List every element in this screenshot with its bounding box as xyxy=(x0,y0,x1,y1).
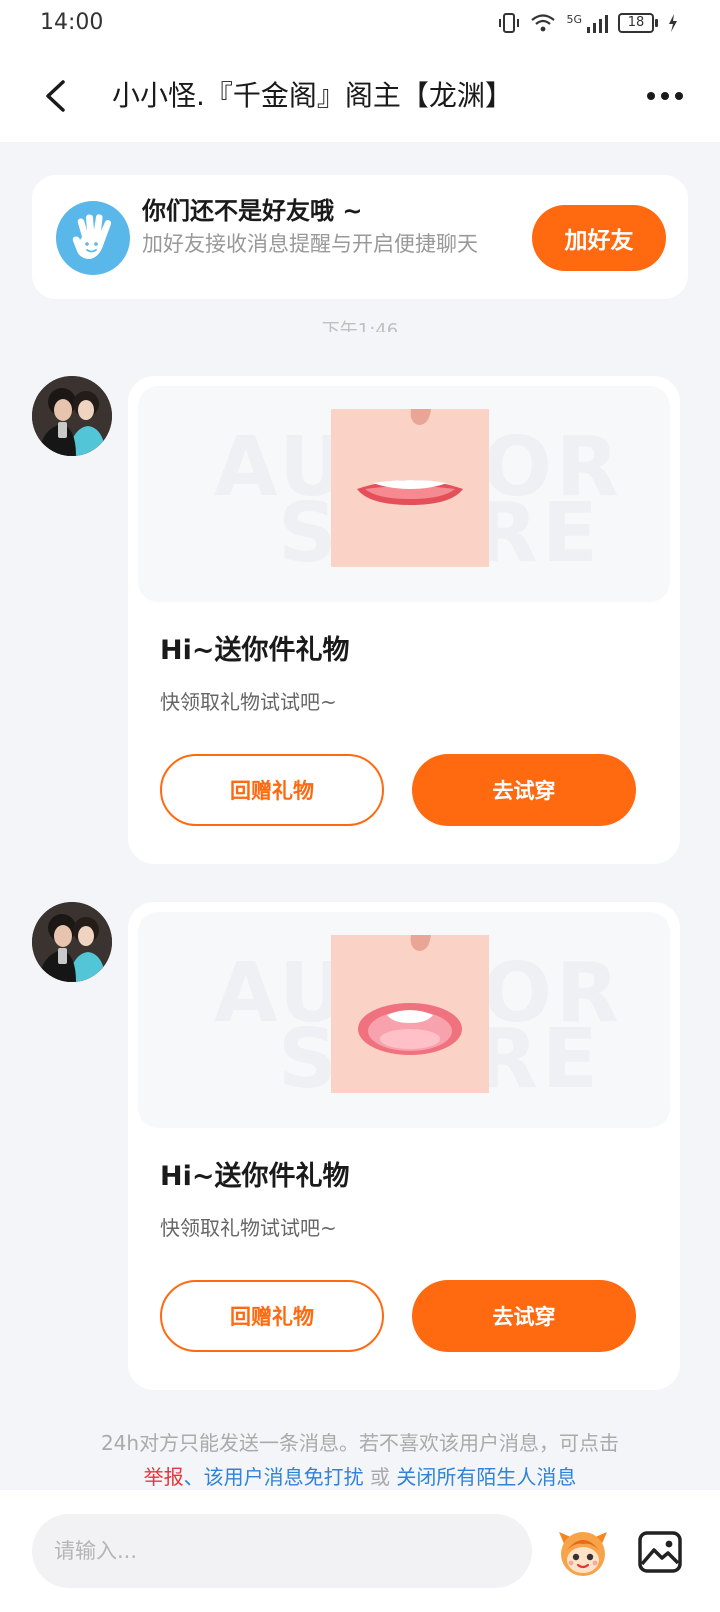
more-button[interactable] xyxy=(640,76,690,116)
status-bar: 14:00 5G 18 xyxy=(0,0,720,50)
message-input[interactable] xyxy=(32,1514,532,1588)
status-time: 14:00 xyxy=(40,10,104,35)
chat-title: 小小怪.『千金阁』阁主【龙渊】 xyxy=(112,79,513,112)
gift-message-card: AUTHOR STORE Hi~送你件礼物 快领取礼物试试吧~ 回赠礼物 去试穿 xyxy=(128,376,680,864)
gift-message-card: AUTHOR STORE Hi~送你件礼物 快领取礼物试试吧~ 回赠礼物 去试穿 xyxy=(128,902,680,1390)
gift-title: Hi~送你件礼物 xyxy=(160,635,350,666)
gift-subtitle: 快领取礼物试试吧~ xyxy=(160,690,337,714)
gift-image-area: AUTHOR STORE xyxy=(138,912,670,1128)
avatar-photo xyxy=(32,376,112,456)
avatar-photo xyxy=(32,902,112,982)
gift-image-area: AUTHOR STORE xyxy=(138,386,670,602)
not-friend-banner: 你们还不是好友哦 ~ 加好友接收消息提醒与开启便捷聊天 加好友 xyxy=(32,175,688,299)
gift-title: Hi~送你件礼物 xyxy=(160,1161,350,1192)
message-timestamp: 下午1:46 xyxy=(321,320,399,332)
mouth-smile-illustration xyxy=(331,409,489,567)
vibrate-icon xyxy=(499,13,520,33)
return-gift-button[interactable]: 回赠礼物 xyxy=(160,754,384,826)
banner-subtitle: 加好友接收消息提醒与开启便捷聊天 xyxy=(142,232,478,256)
back-button[interactable] xyxy=(30,68,80,124)
notice-or: 或 xyxy=(363,1465,397,1489)
gift-subtitle: 快领取礼物试试吧~ xyxy=(160,1216,337,1240)
avatar-emoji-button[interactable] xyxy=(555,1524,611,1580)
gift-preview-image[interactable] xyxy=(331,409,489,567)
banner-title: 你们还不是好友哦 ~ xyxy=(142,197,363,225)
notice-links: 举报、该用户消息免打扰 或 关闭所有陌生人消息 xyxy=(0,1460,720,1494)
gift-preview-image[interactable] xyxy=(331,935,489,1093)
image-picker-button[interactable] xyxy=(636,1528,684,1576)
nav-bar: 小小怪.『千金阁』阁主【龙渊】 xyxy=(0,50,720,142)
sender-avatar[interactable] xyxy=(32,376,112,456)
cartoon-face-icon xyxy=(559,1532,607,1576)
try-on-button[interactable]: 去试穿 xyxy=(412,1280,636,1352)
battery-tip xyxy=(655,19,658,27)
status-icons: 5G 18 xyxy=(498,12,678,34)
report-link[interactable]: 举报 xyxy=(144,1465,184,1489)
notice-separator: 、 xyxy=(183,1465,204,1489)
return-gift-button[interactable]: 回赠礼物 xyxy=(160,1280,384,1352)
wifi-icon xyxy=(531,14,556,32)
charging-icon xyxy=(669,14,677,32)
add-friend-button[interactable]: 加好友 xyxy=(532,205,666,271)
mute-user-link[interactable]: 该用户消息免打扰 xyxy=(204,1465,364,1489)
sender-avatar[interactable] xyxy=(32,902,112,982)
stranger-notice: 24h对方只能发送一条消息。若不喜欢该用户消息，可点击 举报、该用户消息免打扰 … xyxy=(0,1426,720,1494)
chevron-left-icon xyxy=(46,80,65,112)
close-stranger-messages-link[interactable]: 关闭所有陌生人消息 xyxy=(396,1465,576,1489)
signal-icon xyxy=(587,15,608,33)
network-5g-label: 5G xyxy=(566,12,582,26)
wave-hand-avatar xyxy=(56,201,130,275)
battery-indicator: 18 xyxy=(618,13,658,33)
try-on-button[interactable]: 去试穿 xyxy=(412,754,636,826)
battery-level: 18 xyxy=(618,13,654,33)
image-icon xyxy=(638,1531,682,1573)
notice-text: 24h对方只能发送一条消息。若不喜欢该用户消息，可点击 xyxy=(100,1431,620,1455)
mouth-open-illustration xyxy=(331,935,489,1093)
more-dots-icon xyxy=(647,92,683,100)
input-bar xyxy=(0,1490,720,1612)
wave-hand-icon xyxy=(72,214,112,259)
